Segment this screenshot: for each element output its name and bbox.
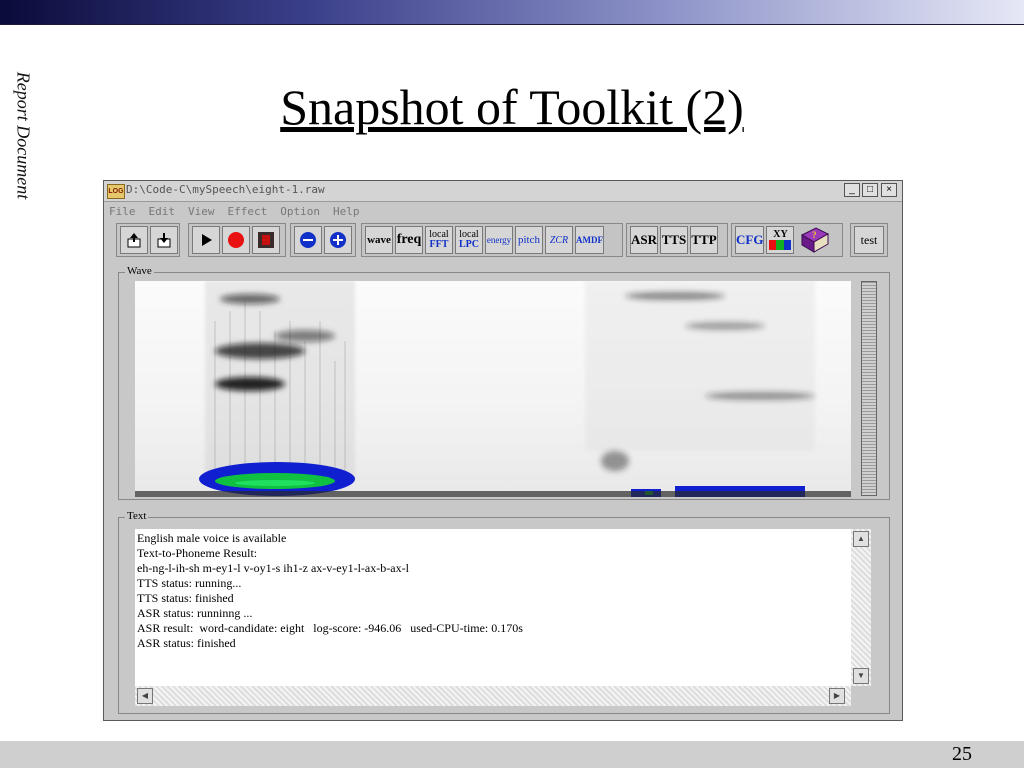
- minimize-button[interactable]: _: [844, 183, 860, 197]
- log-output[interactable]: English male voice is available Text-to-…: [135, 529, 851, 686]
- asr-button[interactable]: ASR: [630, 226, 659, 254]
- log-vertical-scrollbar[interactable]: ▲ ▼: [851, 529, 871, 686]
- wave-panel-label: Wave: [125, 265, 154, 277]
- tts-button[interactable]: TTS: [660, 226, 689, 254]
- stop-icon: [258, 232, 274, 248]
- spectrogram: [135, 281, 851, 497]
- menu-view[interactable]: View: [188, 203, 215, 221]
- zoom-in-icon: [330, 232, 346, 248]
- scroll-right-icon[interactable]: ▶: [829, 688, 845, 704]
- log-line: ASR status: runninng ...: [137, 606, 253, 620]
- save-icon: [157, 233, 171, 248]
- spectrogram-image: [135, 281, 851, 497]
- text-panel-label: Text: [125, 510, 149, 522]
- local-lpc-bottom: LPC: [459, 239, 479, 250]
- toolkit-window: LOG D:\Code-C\mySpeech\eight-1.raw _ □ ×…: [103, 180, 903, 721]
- file-button-group: [116, 223, 180, 257]
- amdf-button[interactable]: AMDF: [575, 226, 604, 254]
- log-line: Text-to-Phoneme Result:: [137, 546, 258, 560]
- menu-file[interactable]: File: [109, 203, 136, 221]
- config-button-group: CFG XY ?: [731, 223, 843, 257]
- log-line: English male voice is available: [137, 531, 287, 545]
- log-line: eh-ng-l-ih-sh m-ey1-l v-oy1-s ih1-z ax-v…: [137, 561, 409, 575]
- xy-label: XY: [773, 229, 788, 240]
- local-fft-bottom: FFT: [429, 239, 449, 250]
- log-line: TTS status: running...: [137, 576, 242, 590]
- xy-plot-button[interactable]: XY: [766, 226, 795, 254]
- test-button-group: test: [850, 223, 888, 257]
- maximize-button[interactable]: □: [862, 183, 878, 197]
- log-line: ASR result: word-candidate: eight log-sc…: [137, 621, 523, 635]
- test-button[interactable]: test: [854, 226, 884, 254]
- menu-bar: File Edit View Effect Option Help: [104, 202, 902, 220]
- save-file-button[interactable]: [150, 226, 178, 254]
- slide-bottom-bar: [0, 741, 1024, 768]
- stop-button[interactable]: [252, 226, 280, 254]
- record-button[interactable]: [222, 226, 250, 254]
- cfg-button[interactable]: CFG: [735, 226, 765, 254]
- analysis-button-group: wave freq local FFT local LPC energy pitch…: [361, 223, 623, 257]
- local-fft-button[interactable]: local FFT: [425, 226, 453, 254]
- help-book-button[interactable]: ?: [796, 224, 832, 256]
- menu-help[interactable]: Help: [333, 203, 360, 221]
- window-titlebar: LOG D:\Code-C\mySpeech\eight-1.raw _ □ ×: [104, 181, 902, 202]
- local-lpc-button[interactable]: local LPC: [455, 226, 483, 254]
- energy-button[interactable]: energy: [485, 226, 513, 254]
- close-button[interactable]: ×: [881, 183, 897, 197]
- svg-text:?: ?: [812, 230, 817, 240]
- toolbar: wave freq local FFT local LPC energy pitch…: [104, 223, 902, 261]
- zoom-button-group: [290, 223, 356, 257]
- play-icon: [202, 234, 212, 246]
- color-chart-icon: [769, 240, 792, 250]
- zoom-out-icon: [300, 232, 316, 248]
- app-logo-icon: LOG: [107, 184, 125, 199]
- freq-button[interactable]: freq: [395, 226, 423, 254]
- ttp-button[interactable]: TTP: [690, 226, 719, 254]
- menu-effect[interactable]: Effect: [228, 203, 268, 221]
- transport-button-group: [188, 223, 286, 257]
- pitch-button[interactable]: pitch: [515, 226, 543, 254]
- menu-edit[interactable]: Edit: [149, 203, 176, 221]
- open-icon: [127, 233, 141, 248]
- scroll-up-icon[interactable]: ▲: [853, 531, 869, 547]
- menu-option[interactable]: Option: [280, 203, 320, 221]
- log-line: TTS status: finished: [137, 591, 234, 605]
- page-number: 25: [952, 743, 972, 765]
- page-title: Snapshot of Toolkit (2): [280, 79, 744, 135]
- speech-button-group: ASR TTS TTP: [626, 223, 728, 257]
- log-horizontal-scrollbar[interactable]: ◀ ▶: [135, 686, 851, 706]
- zoom-in-button[interactable]: [324, 226, 352, 254]
- zoom-out-button[interactable]: [294, 226, 322, 254]
- slide-top-divider: [0, 24, 1024, 25]
- log-line: ASR status: finished: [137, 636, 236, 650]
- help-book-icon: ?: [801, 227, 830, 253]
- scroll-down-icon[interactable]: ▼: [853, 668, 869, 684]
- slide-top-bar: [0, 0, 1024, 24]
- window-title: D:\Code-C\mySpeech\eight-1.raw: [126, 183, 325, 196]
- record-icon: [228, 232, 244, 248]
- zcr-button[interactable]: ZCR: [545, 226, 573, 254]
- play-button[interactable]: [192, 226, 220, 254]
- open-file-button[interactable]: [120, 226, 148, 254]
- wave-button[interactable]: wave: [365, 226, 393, 254]
- scroll-left-icon[interactable]: ◀: [137, 688, 153, 704]
- wave-level-meter[interactable]: [861, 281, 877, 496]
